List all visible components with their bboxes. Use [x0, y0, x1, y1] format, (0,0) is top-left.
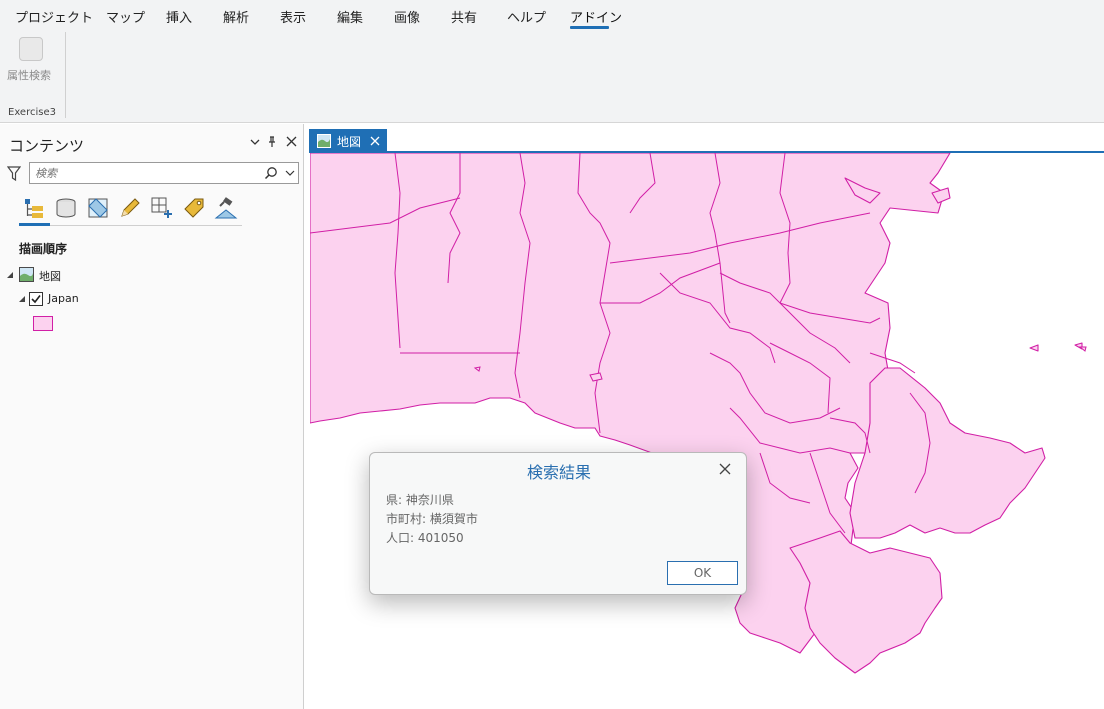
layer-expand-triangle-icon[interactable] — [18, 295, 26, 303]
ribbon-group-label: Exercise3 — [8, 107, 56, 118]
menu-addin[interactable]: アドイン — [570, 7, 622, 26]
drawing-order-heading: 描画順序 — [19, 242, 68, 256]
list-by-selection-icon[interactable] — [86, 196, 110, 220]
ok-button[interactable]: OK — [667, 561, 738, 585]
tab-map[interactable]: 地図 — [309, 129, 387, 153]
menu-map[interactable]: マップ — [106, 7, 145, 26]
close-pane-icon[interactable] — [286, 136, 297, 150]
close-tab-icon[interactable] — [370, 136, 380, 146]
attribute-search-button-icon[interactable] — [19, 37, 43, 61]
layer-visibility-checkbox[interactable] — [29, 292, 43, 306]
land-polygon-east — [849, 367, 1046, 539]
search-result-dialog: 検索結果 県: 神奈川県 市町村: 横須賀市 人口: 401050 OK — [369, 452, 747, 595]
map-node-label[interactable]: 地図 — [39, 268, 61, 284]
ribbon: 属性検索 Exercise3 — [0, 30, 1104, 123]
dialog-line-municipality: 市町村: 横須賀市 — [386, 512, 478, 526]
menu-help[interactable]: ヘルプ — [507, 7, 546, 26]
pane-options-chevron-icon[interactable] — [250, 136, 260, 150]
list-by-labeling-icon[interactable] — [182, 196, 206, 220]
list-view-active-indicator — [19, 223, 50, 226]
dialog-line-prefecture: 県: 神奈川県 — [386, 493, 454, 507]
menu-analysis[interactable]: 解析 — [223, 7, 249, 26]
dialog-title: 検索結果 — [526, 463, 591, 482]
attribute-search-button-label[interactable]: 属性検索 — [7, 67, 51, 83]
contents-pane-title: コンテンツ — [9, 137, 85, 155]
search-options-chevron-icon[interactable] — [284, 166, 296, 180]
map-canvas[interactable] — [310, 153, 1104, 709]
map-view[interactable] — [310, 153, 1104, 709]
list-by-source-icon[interactable] — [54, 196, 78, 220]
list-view-toolbar — [20, 194, 242, 226]
menu-bar: プロジェクト マップ 挿入 解析 表示 編集 画像 共有 ヘルプ アドイン — [0, 0, 1104, 30]
menu-edit[interactable]: 編集 — [337, 7, 363, 26]
search-icon[interactable] — [264, 166, 278, 180]
list-by-editing-icon[interactable] — [118, 196, 142, 220]
list-by-snapping-icon[interactable] — [150, 196, 174, 220]
menu-imagery[interactable]: 画像 — [394, 7, 420, 26]
map-tab-label: 地図 — [337, 135, 362, 149]
pin-icon[interactable] — [267, 136, 277, 151]
map-tab-icon — [317, 134, 331, 148]
contents-search-input[interactable] — [35, 165, 255, 181]
menu-insert[interactable]: 挿入 — [166, 7, 192, 26]
menu-view[interactable]: 表示 — [280, 7, 306, 26]
list-by-perspective-imagery-icon[interactable] — [214, 196, 238, 220]
land-polygon-peninsula — [789, 530, 943, 674]
map-icon — [19, 267, 34, 282]
map-expand-triangle-icon[interactable] — [6, 271, 14, 279]
contents-pane: コンテンツ 検索 描画順序 地図 Japan — [0, 124, 304, 709]
active-tab-indicator — [570, 26, 609, 29]
layer-label-japan[interactable]: Japan — [48, 292, 79, 305]
filter-icon[interactable] — [7, 166, 21, 182]
ribbon-group-separator — [65, 32, 66, 118]
dialog-close-icon[interactable] — [718, 462, 732, 476]
menu-project[interactable]: プロジェクト — [15, 7, 93, 26]
land-polygon-islet-3 — [1029, 344, 1039, 352]
menu-share[interactable]: 共有 — [451, 7, 477, 26]
list-by-drawing-order-icon[interactable] — [22, 196, 46, 220]
layer-symbol-swatch[interactable] — [33, 316, 53, 331]
dialog-line-population: 人口: 401050 — [386, 531, 464, 545]
contents-search-box[interactable] — [29, 162, 299, 184]
